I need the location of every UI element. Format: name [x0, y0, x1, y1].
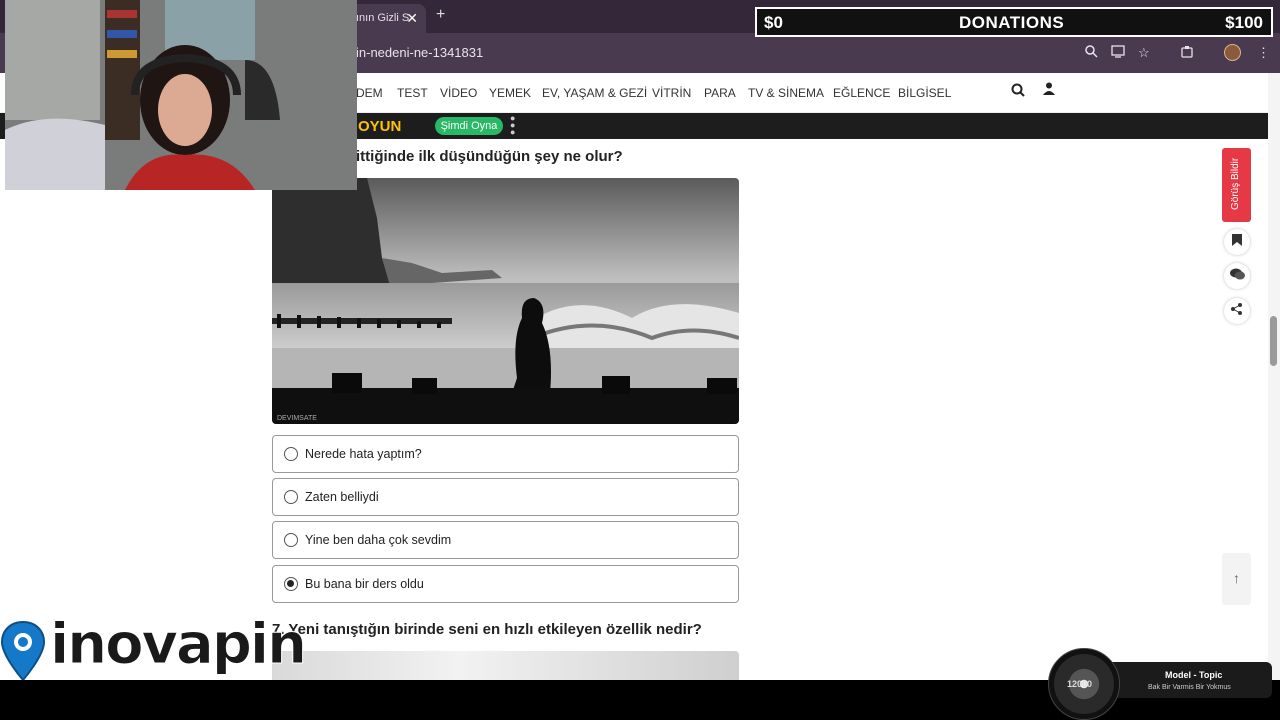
user-icon[interactable] [1043, 82, 1055, 99]
disc-text: 12000 [1067, 679, 1093, 689]
bookmark-star-icon[interactable]: ☆ [1138, 45, 1150, 61]
url-field[interactable]: in-nedeni-ne-1341831 [356, 45, 483, 60]
now-playing-widget: 12000 Model - Topic Bak Bir Varmis Bir Y… [1040, 648, 1272, 720]
page-scrollbar[interactable] [1268, 73, 1280, 680]
tab-close-icon[interactable]: ✕ [406, 10, 418, 27]
nav-item-vitrin[interactable]: VİTRİN [652, 86, 691, 100]
zoom-icon[interactable] [1085, 45, 1098, 61]
extensions-icon[interactable] [1180, 45, 1194, 62]
donation-right-amount: $100 [1225, 13, 1263, 32]
question-7-image [272, 651, 739, 680]
nav-item-yemek[interactable]: YEMEK [489, 86, 531, 100]
answer-option-1[interactable]: Nerede hata yaptım? [272, 435, 739, 473]
answer-option-4[interactable]: Bu bana bir ders oldu [272, 565, 739, 603]
logo-text: inovapin [50, 612, 308, 678]
nav-item-gundem[interactable]: DEM [356, 86, 383, 100]
tab-title: ının Gizli S [356, 12, 410, 24]
new-tab-icon[interactable]: + [436, 6, 445, 24]
feedback-label: Görüş Bildir [1230, 157, 1241, 210]
sponsor-logo: inovapin [0, 612, 307, 682]
search-icon[interactable] [1011, 83, 1025, 101]
scroll-to-top-button[interactable]: ↑ [1222, 553, 1251, 605]
ad-options-icon[interactable]: ● ● ● [510, 114, 515, 137]
feedback-button[interactable]: Görüş Bildir [1222, 148, 1251, 222]
song-subtitle: Bak Bir Varmis Bir Yokmus [1148, 684, 1231, 691]
nav-item-video[interactable]: VİDEO [440, 86, 477, 100]
song-title: Model - Topic [1165, 670, 1223, 680]
nav-item-eglence[interactable]: EĞLENCE [833, 86, 890, 100]
album-disc-icon: 12000 [1048, 648, 1120, 720]
share-icon[interactable] [1224, 298, 1250, 324]
bookmark-icon[interactable] [1224, 229, 1250, 255]
question-6-image: DEVIMSATE [272, 178, 739, 424]
nav-item-test[interactable]: TEST [397, 86, 428, 100]
menu-icon[interactable]: ⋮ [1257, 45, 1270, 61]
answer-label: Nerede hata yaptım? [305, 447, 422, 461]
question-7-title: 7. Yeni tanıştığın birinde seni en hızlı… [272, 621, 702, 638]
answer-option-3[interactable]: Yine ben daha çok sevdim [272, 521, 739, 559]
comments-icon[interactable] [1224, 263, 1250, 289]
nav-item-ev-yasam-gezi[interactable]: EV, YAŞAM & GEZİ [542, 86, 647, 100]
radio-button[interactable] [284, 490, 298, 504]
nav-item-para[interactable]: PARA [704, 86, 736, 100]
question-6-title: ittiğinde ilk düşündüğün şey ne olur? [356, 148, 623, 165]
webcam-overlay [5, 0, 357, 190]
install-app-icon[interactable] [1111, 45, 1125, 61]
nav-item-tv-sinema[interactable]: TV & SİNEMA [748, 86, 824, 100]
donation-left-amount: $0 [764, 13, 783, 32]
answer-label: Bu bana bir ders oldu [305, 577, 424, 591]
play-now-button[interactable]: Şimdi Oyna [435, 117, 503, 135]
donation-widget: $0 DONATIONS $100 [755, 7, 1273, 37]
ad-game-text: OYUN [358, 118, 402, 135]
scrollbar-thumb[interactable] [1270, 316, 1277, 366]
answer-label: Zaten belliydi [305, 490, 379, 504]
radio-button-selected[interactable] [284, 577, 298, 591]
nav-item-bilgisel[interactable]: BİLGİSEL [898, 86, 951, 100]
profile-avatar[interactable] [1224, 44, 1241, 61]
donation-title: DONATIONS [959, 13, 1065, 32]
answer-label: Yine ben daha çok sevdim [305, 533, 452, 547]
radio-button[interactable] [284, 447, 298, 461]
radio-button[interactable] [284, 533, 298, 547]
answer-option-2[interactable]: Zaten belliydi [272, 478, 739, 516]
photo-watermark: DEVIMSATE [277, 415, 317, 422]
